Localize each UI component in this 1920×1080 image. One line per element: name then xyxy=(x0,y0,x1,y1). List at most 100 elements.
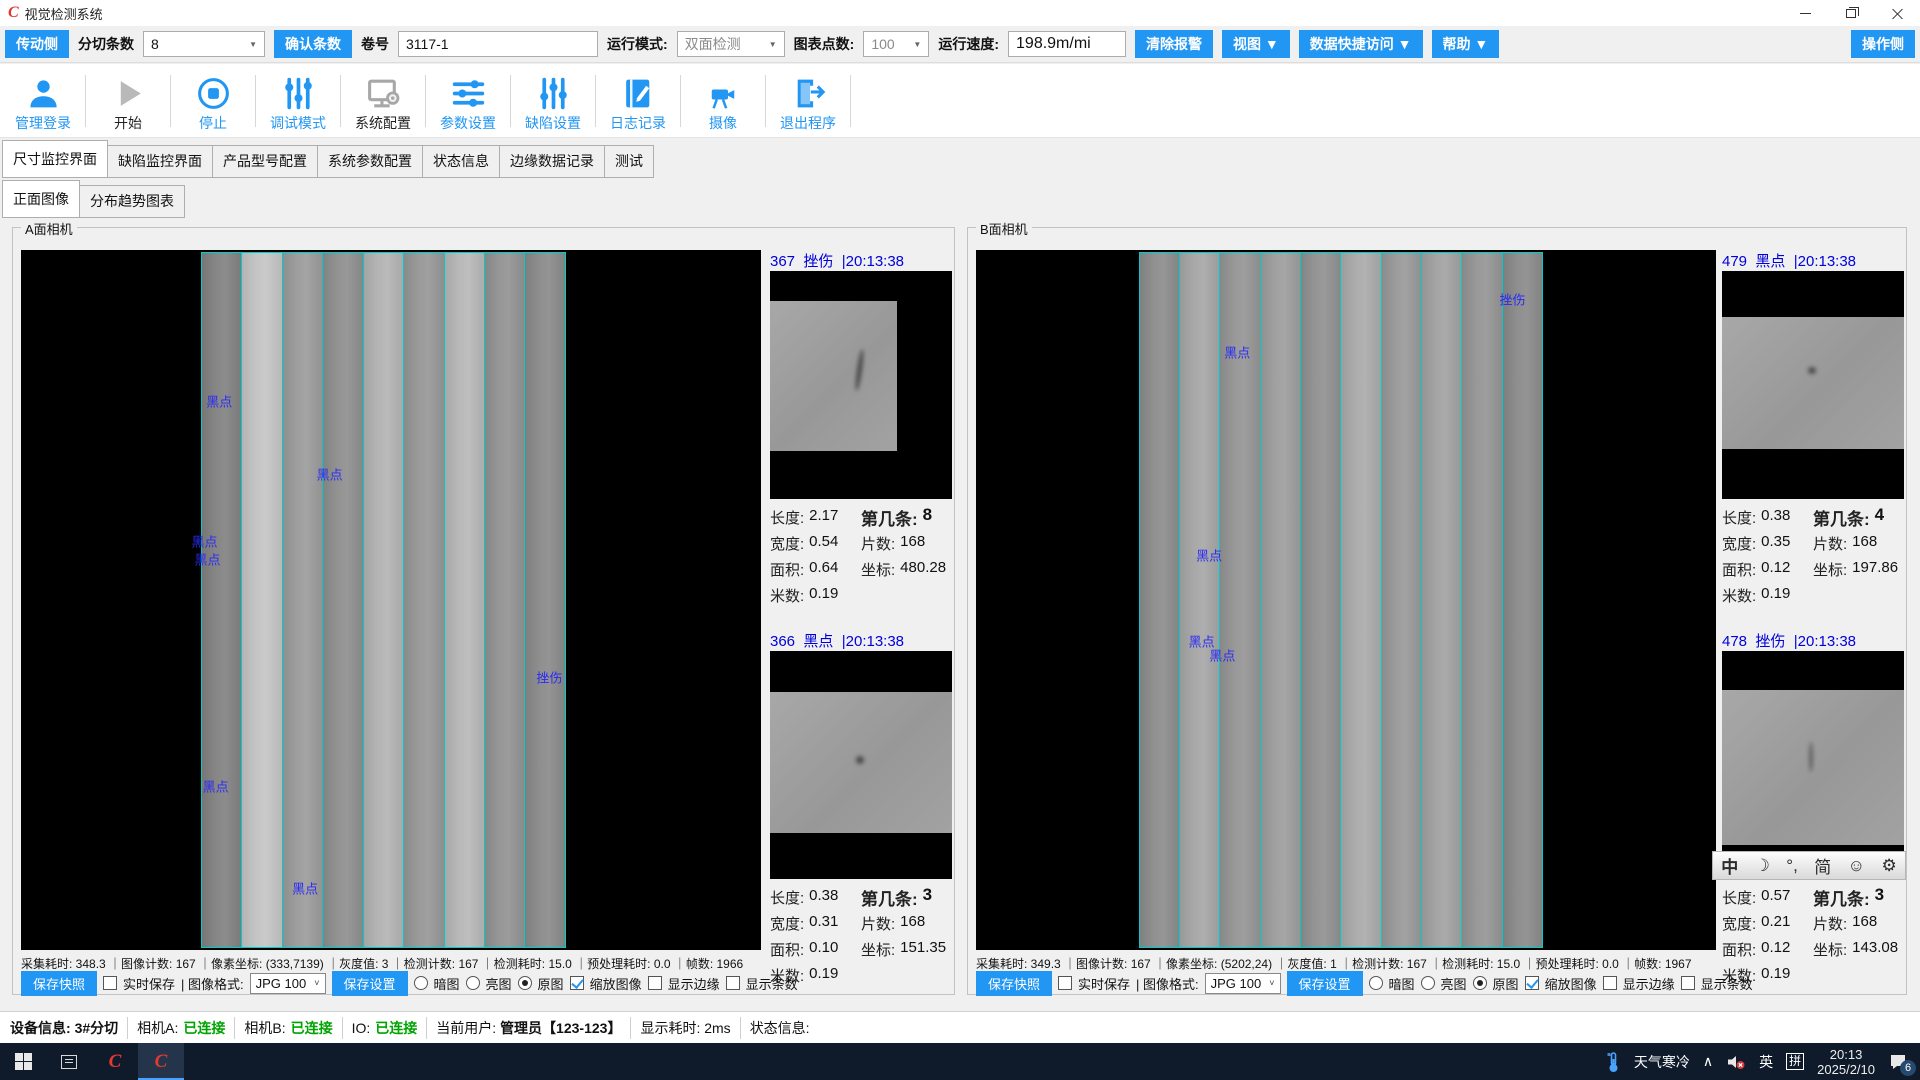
display-time-value: 2ms xyxy=(704,1020,730,1036)
strip-count-value: 8 xyxy=(151,36,159,52)
dark-image-radio[interactable] xyxy=(414,976,428,990)
tab-system-param-config[interactable]: 系统参数配置 xyxy=(317,145,423,178)
minimize-button[interactable] xyxy=(1782,0,1828,26)
gear-icon[interactable]: ⚙ xyxy=(1881,856,1896,876)
simplified-chinese-toggle[interactable]: 简 xyxy=(1814,853,1831,878)
weather-status[interactable]: 天气寒冷 xyxy=(1634,1052,1690,1072)
confirm-count-button[interactable]: 确认条数 xyxy=(274,30,352,58)
save-snapshot-button[interactable]: 保存快照 xyxy=(21,971,97,996)
defect-thumbnail[interactable] xyxy=(1722,271,1904,499)
defect-annotation: 黑点 xyxy=(1209,645,1235,664)
chart-points-select[interactable]: 100 ▼ xyxy=(863,31,929,57)
clear-alarm-button[interactable]: 清除报警 xyxy=(1135,30,1213,58)
exit-program-button[interactable]: 退出程序 xyxy=(773,75,843,133)
restore-button[interactable] xyxy=(1828,0,1874,26)
camera-b-status-value: 已连接 xyxy=(291,1020,333,1036)
tab-trend-chart[interactable]: 分布趋势图表 xyxy=(79,185,185,218)
original-image-radio[interactable] xyxy=(1473,976,1487,990)
tray-expand-chevron[interactable]: ∧ xyxy=(1703,1053,1713,1070)
emoji-icon[interactable]: ☺ xyxy=(1848,856,1865,876)
operate-side-button[interactable]: 操作侧 xyxy=(1851,30,1915,58)
save-snapshot-button[interactable]: 保存快照 xyxy=(976,971,1052,996)
defect-card[interactable]: 479 黑点 |20:13:38 长度:0.38 第几条:4 宽度:0.35 片… xyxy=(1722,250,1904,608)
stop-button[interactable]: 停止 xyxy=(178,75,248,133)
start-button[interactable]: 开始 xyxy=(93,75,163,133)
defect-card[interactable]: 367 挫伤 |20:13:38 长度:2.17 第几条:8 宽度:0.54 片… xyxy=(770,250,952,608)
tab-front-image[interactable]: 正面图像 xyxy=(2,180,80,218)
realtime-save-checkbox[interactable] xyxy=(103,976,117,990)
log-record-button[interactable]: 日志记录 xyxy=(603,75,673,133)
defect-thumbnail[interactable] xyxy=(770,651,952,879)
show-edge-checkbox[interactable] xyxy=(648,976,662,990)
tab-product-model-config[interactable]: 产品型号配置 xyxy=(212,145,318,178)
tab-edge-data-record[interactable]: 边缘数据记录 xyxy=(499,145,605,178)
zoom-image-checkbox[interactable] xyxy=(1525,976,1539,990)
notification-center-button[interactable]: 6 xyxy=(1888,1052,1910,1072)
image-format-select[interactable]: JPG 100˅ xyxy=(250,973,326,994)
parameter-settings-button[interactable]: 参数设置 xyxy=(433,75,503,133)
capture-button[interactable]: 摄像 xyxy=(688,82,758,133)
zoom-image-checkbox[interactable] xyxy=(570,976,584,990)
drive-side-button[interactable]: 传动侧 xyxy=(5,30,69,58)
defect-card[interactable]: 478 挫伤 |20:13:38 长度:0.57 第几条:3 宽度:0.21 片… xyxy=(1722,630,1904,988)
realtime-save-checkbox[interactable] xyxy=(1058,976,1072,990)
ime-language-toggle[interactable]: 中 xyxy=(1721,853,1738,878)
tab-defect-monitor[interactable]: 缺陷监控界面 xyxy=(107,145,213,178)
show-count-checkbox[interactable] xyxy=(726,976,740,990)
camera-a-live-image[interactable]: 黑点黑点黑点黑点挫伤黑点黑点 xyxy=(21,250,761,950)
field-label: 第几条: xyxy=(1813,885,1870,910)
defect-settings-button[interactable]: 缺陷设置 xyxy=(518,75,588,133)
save-settings-button[interactable]: 保存设置 xyxy=(332,971,408,996)
taskbar-clock[interactable]: 20:13 2025/2/10 xyxy=(1817,1047,1875,1077)
debug-mode-button[interactable]: 调试模式 xyxy=(263,75,333,133)
thermometer-icon[interactable] xyxy=(1606,1051,1621,1073)
chart-points-value: 100 xyxy=(871,36,894,52)
icon-label: 日志记录 xyxy=(610,113,666,133)
moon-icon[interactable]: ☽ xyxy=(1755,856,1770,876)
punctuation-toggle[interactable]: °, xyxy=(1786,856,1798,876)
field-label: 面积: xyxy=(770,939,804,960)
roll-number-input[interactable]: 3117-1 xyxy=(398,31,598,57)
image-format-select[interactable]: JPG 100˅ xyxy=(1205,973,1281,994)
system-config-button[interactable]: 系统配置 xyxy=(348,75,418,133)
data-quick-access-button[interactable]: 数据快捷访问 ▼ xyxy=(1299,30,1423,58)
admin-login-button[interactable]: 管理登录 xyxy=(8,75,78,133)
icon-label: 管理登录 xyxy=(15,113,71,133)
statusbar-divider xyxy=(740,1017,741,1039)
view-menu-button[interactable]: 视图 ▼ xyxy=(1222,30,1290,58)
strip-count-select[interactable]: 8 ▼ xyxy=(143,31,265,57)
original-image-radio[interactable] xyxy=(518,976,532,990)
field-label: 坐标: xyxy=(1813,939,1847,960)
field-value: 0.57 xyxy=(1761,887,1790,908)
speaker-muted-icon[interactable] xyxy=(1726,1054,1746,1070)
help-menu-button[interactable]: 帮助 ▼ xyxy=(1432,30,1500,58)
tab-test[interactable]: 测试 xyxy=(604,145,654,178)
taskbar-app-1[interactable]: C xyxy=(92,1043,138,1080)
defect-thumbnail[interactable] xyxy=(1722,651,1904,879)
tab-size-monitor[interactable]: 尺寸监控界面 xyxy=(2,140,108,178)
bright-image-radio[interactable] xyxy=(466,976,480,990)
show-edge-checkbox[interactable] xyxy=(1603,976,1617,990)
start-menu-button[interactable] xyxy=(0,1043,46,1080)
show-count-checkbox[interactable] xyxy=(1681,976,1695,990)
bright-image-radio[interactable] xyxy=(1421,976,1435,990)
defect-thumbnail[interactable] xyxy=(770,271,952,499)
task-view-button[interactable] xyxy=(46,1043,92,1080)
run-mode-select[interactable]: 双面检测 ▼ xyxy=(677,31,785,57)
defect-fields: 长度:0.57 第几条:3 宽度:0.21 片数:168 面积:0.12 坐标:… xyxy=(1722,884,1904,988)
defect-card[interactable]: 366 黑点 |20:13:38 长度:0.38 第几条:3 宽度:0.31 片… xyxy=(770,630,952,988)
save-settings-button[interactable]: 保存设置 xyxy=(1287,971,1363,996)
field-value: 4 xyxy=(1875,505,1884,530)
dark-image-label: 暗图 xyxy=(434,974,460,993)
tab-status-info[interactable]: 状态信息 xyxy=(422,145,500,178)
notification-badge: 6 xyxy=(1900,1060,1916,1076)
dark-image-radio[interactable] xyxy=(1369,976,1383,990)
close-button[interactable] xyxy=(1874,0,1920,26)
field-value: 168 xyxy=(1852,913,1877,934)
strip-count-label: 分切条数 xyxy=(78,34,134,54)
language-indicator[interactable]: 英 xyxy=(1759,1052,1773,1072)
camera-b-live-image[interactable]: 挫伤黑点黑点黑点黑点 xyxy=(976,250,1716,950)
show-edge-label: 显示边缘 xyxy=(1623,974,1675,993)
taskbar-app-2-active[interactable]: C xyxy=(138,1043,184,1080)
ime-indicator[interactable]: 拼 xyxy=(1786,1053,1804,1070)
